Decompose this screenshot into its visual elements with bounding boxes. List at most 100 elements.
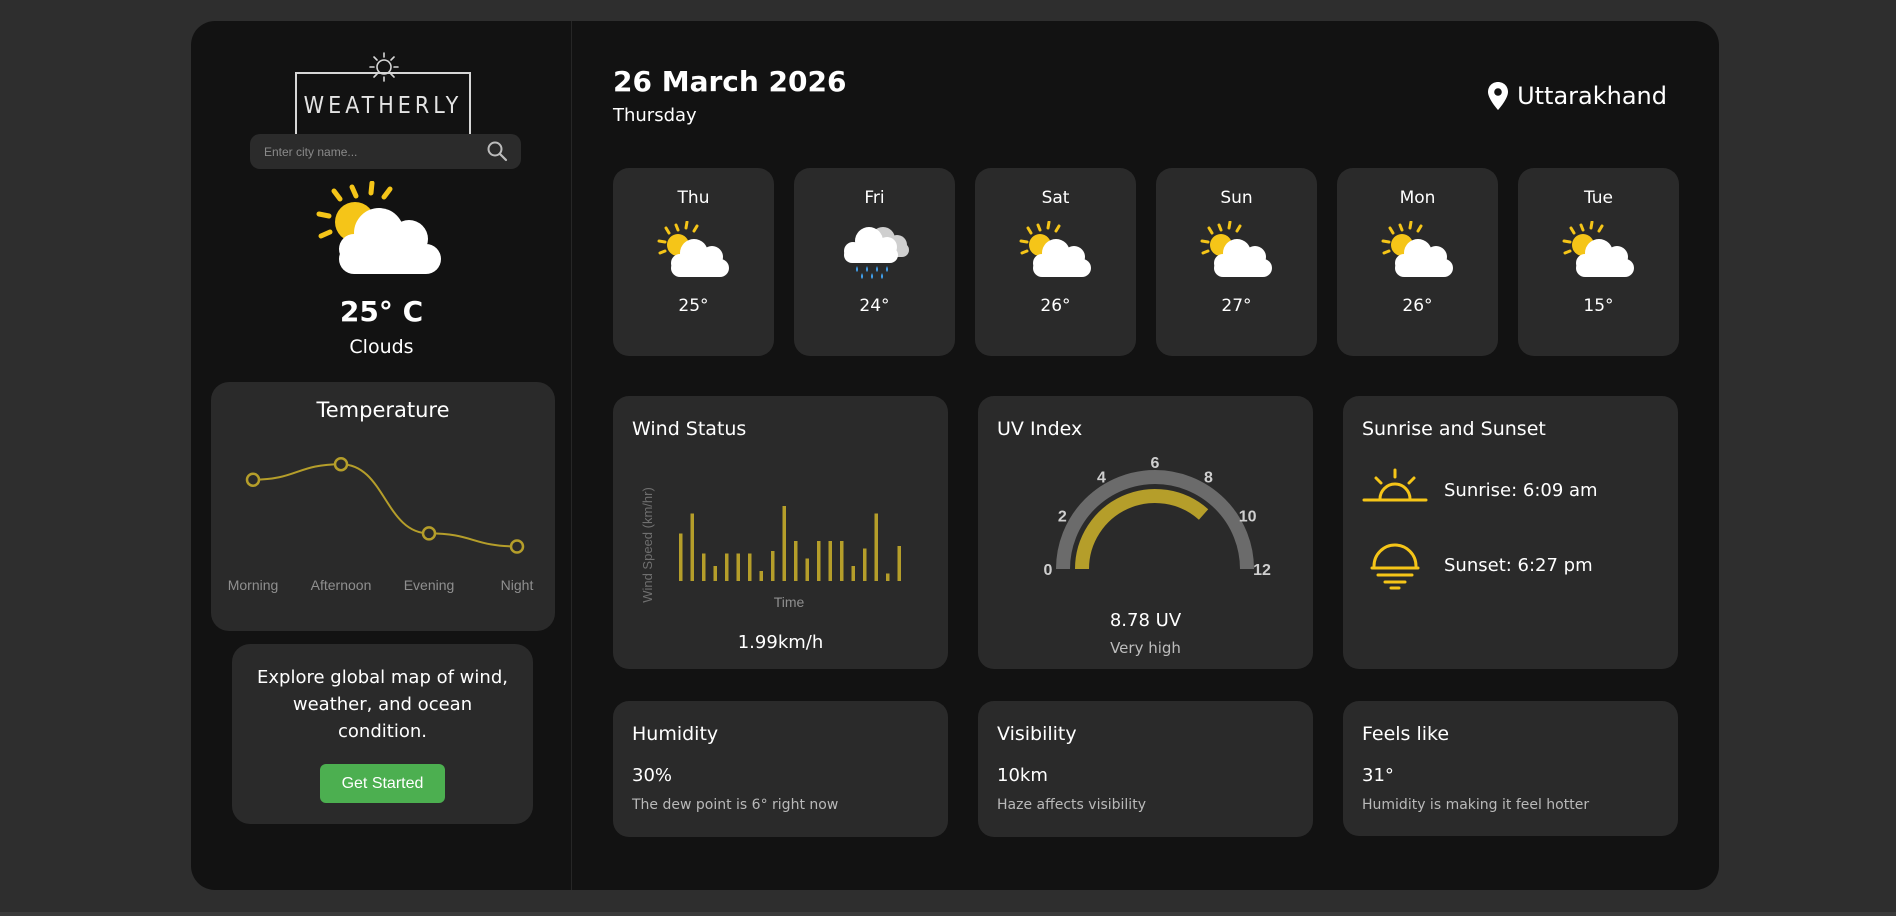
- wind-bar: [874, 513, 878, 581]
- visibility-desc: Haze affects visibility: [997, 797, 1146, 813]
- forecast-day: Mon: [1399, 188, 1436, 208]
- sunrise-icon: [1362, 468, 1428, 502]
- wind-chart: Wind Speed (km/hr) Time: [640, 487, 901, 610]
- wind-bar: [840, 541, 844, 581]
- uv-scale-label: 4: [1097, 469, 1106, 486]
- sunrise-text: Sunrise: 6:09 am: [1444, 479, 1598, 501]
- app-window: WEATHERLY Enter city name... 25° C Cloud…: [191, 21, 1719, 890]
- wind-bar: [851, 566, 855, 581]
- location: Uttarakhand: [1487, 78, 1667, 114]
- temperature-point: [245, 472, 261, 487]
- sidebar: WEATHERLY Enter city name... 25° C Cloud…: [191, 21, 572, 890]
- wind-bar: [679, 533, 683, 581]
- uv-scale-label: 6: [1151, 455, 1160, 472]
- wind-x-axis-label: Time: [774, 594, 805, 610]
- humidity-desc: The dew point is 6° right now: [632, 797, 839, 813]
- wind-bar: [897, 546, 901, 581]
- wind-value: 1.99km/h: [737, 632, 824, 653]
- forecast-card[interactable]: Fri 24°: [794, 168, 955, 356]
- sun-card: Sunrise and Sunset Sunrise: 6:09 am Suns…: [1343, 396, 1678, 669]
- wind-bar: [817, 541, 821, 581]
- search-input[interactable]: [264, 134, 484, 169]
- humidity-card: Humidity 30% The dew point is 6° right n…: [613, 701, 948, 837]
- wind-card: Wind Status Wind Speed (km/hr) Time 1.99k…: [613, 396, 948, 669]
- visibility-card: Visibility 10km Haze affects visibility: [978, 701, 1313, 837]
- wind-bar: [725, 553, 729, 581]
- logo: WEATHERLY: [295, 51, 471, 141]
- partly-cloudy-icon: [1562, 221, 1634, 277]
- forecast-card[interactable]: Sun 27°: [1156, 168, 1317, 356]
- forecast-day: Fri: [864, 188, 885, 208]
- uv-card: UV Index 0 2 4 6 8 10 12 8.78 UV Very high: [978, 396, 1313, 669]
- forecast-card[interactable]: Thu 25°: [613, 168, 774, 356]
- temperature-x-label: Morning: [228, 577, 279, 593]
- explore-text: Explore global map of wind, weather, and…: [257, 667, 508, 742]
- main-panel: 26 March 2026 Thursday Uttarakhand Thu 2…: [573, 21, 1719, 890]
- temperature-point: [333, 456, 349, 472]
- temperature-x-label: Afternoon: [311, 577, 372, 593]
- sunset-icon: [1370, 543, 1420, 590]
- partly-cloudy-icon: [657, 221, 729, 277]
- location-name: Uttarakhand: [1517, 82, 1667, 110]
- forecast-day: Sat: [1041, 188, 1070, 208]
- humidity-title: Humidity: [632, 723, 719, 745]
- forecast-day: Sun: [1220, 188, 1253, 208]
- wind-bar: [782, 506, 786, 581]
- temperature-point: [509, 539, 525, 554]
- forecast-temp: 25°: [678, 296, 709, 316]
- location-pin-icon: [1488, 82, 1509, 110]
- uv-scale-label: 12: [1253, 562, 1271, 579]
- forecast-temp: 26°: [1040, 296, 1071, 316]
- date-title: 26 March 2026: [613, 65, 847, 98]
- wind-bar: [748, 553, 752, 581]
- feels-like-card: Feels like 31° Humidity is making it fee…: [1343, 701, 1678, 836]
- wind-bar: [759, 571, 763, 581]
- wind-y-axis-label: Wind Speed (km/hr): [640, 487, 655, 603]
- current-condition: Clouds: [349, 336, 414, 358]
- wind-bar: [771, 551, 775, 581]
- temperature-point: [421, 526, 437, 541]
- uv-scale-label: 10: [1239, 509, 1257, 526]
- forecast-temp: 24°: [859, 296, 890, 316]
- wind-bar: [886, 573, 890, 581]
- feels-like-desc: Humidity is making it feel hotter: [1362, 797, 1590, 813]
- wind-bar: [702, 553, 706, 581]
- forecast-card[interactable]: Mon 26°: [1337, 168, 1498, 356]
- forecast-temp: 27°: [1221, 296, 1252, 316]
- sunset-text: Sunset: 6:27 pm: [1444, 554, 1593, 576]
- wind-bar: [863, 548, 867, 581]
- humidity-value: 30%: [632, 765, 673, 786]
- forecast-temp: 26°: [1402, 296, 1433, 316]
- wind-bar: [736, 553, 740, 581]
- uv-scale-label: 2: [1058, 509, 1067, 526]
- bottom-strip: [0, 912, 1896, 916]
- wind-bar: [690, 513, 694, 581]
- forecast-temp: 15°: [1583, 296, 1614, 316]
- search-bar: [250, 134, 521, 169]
- forecast-card[interactable]: Tue 15°: [1518, 168, 1679, 356]
- uv-scale-label: 0: [1044, 562, 1053, 579]
- feels-like-title: Feels like: [1362, 723, 1450, 745]
- wind-bar: [794, 541, 798, 581]
- partly-cloudy-icon: [1019, 221, 1091, 277]
- wind-bar: [805, 558, 809, 581]
- forecast-card[interactable]: Sat 26°: [975, 168, 1136, 356]
- weekday: Thursday: [613, 105, 697, 126]
- feels-like-value: 31°: [1362, 765, 1394, 786]
- forecast-day: Thu: [677, 188, 710, 208]
- visibility-value: 10km: [997, 765, 1048, 786]
- temperature-x-label: Evening: [404, 577, 455, 593]
- partly-cloudy-icon: [1381, 221, 1453, 277]
- uv-gauge-fill: [1075, 489, 1209, 570]
- visibility-title: Visibility: [997, 723, 1077, 745]
- search-icon[interactable]: [485, 139, 509, 163]
- uv-level: Very high: [1110, 639, 1181, 657]
- get-started-button[interactable]: Get Started: [320, 764, 445, 803]
- temperature-card: Temperature Morning Afternoon Evening Night: [211, 382, 555, 631]
- temperature-x-label: Night: [501, 577, 534, 593]
- forecast-day: Tue: [1583, 188, 1614, 208]
- current-temperature: 25° C: [339, 295, 424, 328]
- logo-text: WEATHERLY: [303, 93, 463, 119]
- temperature-chart: Morning Afternoon Evening Night: [228, 456, 534, 593]
- wind-bar: [713, 566, 717, 581]
